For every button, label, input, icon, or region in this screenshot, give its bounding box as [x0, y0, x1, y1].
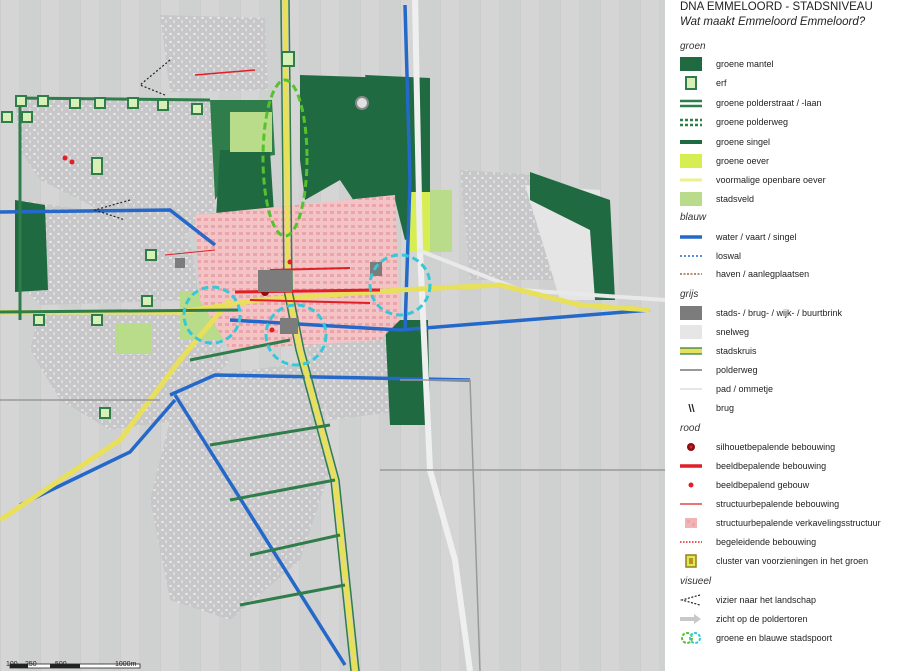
scale-label-250: 250: [25, 661, 37, 668]
legend-item: beeldbepalende bebouwing: [680, 458, 900, 474]
legend-item: polderweg: [680, 362, 900, 378]
legend-item: brug: [680, 400, 900, 416]
thin-white-line-icon: [680, 388, 702, 390]
yellow-double-line-icon: [680, 347, 702, 355]
legend-panel: DNA EMMELOORD - STADSNIVEAU Wat maakt Em…: [665, 0, 903, 671]
legend-item: beeldbepalend gebouw: [680, 477, 900, 493]
legend-item: snelweg: [680, 324, 900, 340]
lime-square-icon: [680, 154, 702, 168]
legend-item: groene oever: [680, 153, 900, 169]
dark-gray-square-icon: [680, 306, 702, 320]
legend-item: cluster van voorzieningen in het groen: [680, 553, 900, 569]
legend-item: voormalige openbare oever: [680, 172, 900, 188]
dark-red-dot-icon: [687, 443, 695, 451]
city-map: [0, 0, 665, 671]
legend-item: stads- / brug- / wijk- / buurtbrink: [680, 305, 900, 321]
dotted-blue-line-icon: [680, 255, 702, 257]
scale-label-500: 500: [55, 661, 67, 668]
legend-item: structuurbepalende bebouwing: [680, 496, 900, 512]
dashed-green-line-icon: [680, 118, 702, 127]
scale-label-1000m: 1000m: [115, 661, 137, 668]
legend-section-visueel: visueel: [680, 576, 712, 587]
red-thick-line-icon: [680, 464, 702, 468]
green-outline-square-icon: [685, 76, 697, 90]
gray-arrow-icon: [680, 614, 701, 624]
legend-section-groen: groen: [680, 41, 706, 52]
dark-green-square-icon: [680, 57, 702, 71]
dotted-chevron-icon: [680, 594, 701, 606]
legend-item: stadsveld: [680, 191, 900, 207]
red-thin-line-icon: [680, 503, 702, 505]
light-gray-square-icon: [680, 325, 702, 339]
legend-section-blauw: blauw: [680, 212, 707, 223]
light-green-square-icon: [680, 192, 702, 206]
red-dot-icon: [688, 482, 694, 488]
cluster-icon: [685, 554, 697, 568]
legend-section-rood: rood: [680, 423, 701, 434]
legend-item: zicht op de poldertoren: [680, 611, 900, 627]
legend-item: groene polderweg: [680, 114, 900, 130]
bridge-icon: [688, 403, 695, 413]
stadsveld: [115, 324, 151, 354]
legend-item: erf: [680, 75, 900, 91]
page-title: DNA EMMELOORD - STADSNIVEAU: [680, 1, 873, 13]
legend-item: stadskruis: [680, 343, 900, 359]
legend-item: groene polderstraat / -laan: [680, 95, 900, 111]
legend-item: silhouetbepalende bebouwing: [680, 439, 900, 455]
pale-yellow-line-icon: [680, 178, 702, 182]
gray-line-icon: [680, 369, 702, 371]
legend-section-grijs: grijs: [680, 289, 699, 300]
legend-item: water / vaart / singel: [680, 229, 900, 245]
rotonde: [355, 96, 369, 110]
page-subtitle: Wat maakt Emmeloord Emmeloord?: [680, 16, 866, 28]
legend-item: loswal: [680, 248, 900, 264]
legend-item: begeleidende bebouwing: [680, 534, 900, 550]
legend-item: vizier naar het landschap: [680, 592, 900, 608]
double-green-line-icon: [680, 99, 702, 108]
legend-item: groene mantel: [680, 56, 900, 72]
legend-item: pad / ommetje: [680, 381, 900, 397]
pink-square-icon: [685, 518, 697, 528]
legend-item: haven / aanlegplaatsen: [680, 266, 900, 282]
legend-item: groene en blauwe stadspoort: [680, 630, 900, 646]
blue-line-icon: [680, 235, 702, 239]
scale-label-100: 100: [6, 661, 18, 668]
legend-item: groene singel: [680, 134, 900, 150]
thick-green-line-icon: [680, 140, 702, 144]
dotted-red-line-icon: [680, 541, 702, 543]
stadsveld: [430, 190, 452, 252]
legend-item: structuurbepalende verkavelingsstructuur: [680, 515, 900, 531]
green-blue-circles-icon: [681, 632, 701, 644]
dotted-brown-line-icon: [680, 273, 702, 275]
